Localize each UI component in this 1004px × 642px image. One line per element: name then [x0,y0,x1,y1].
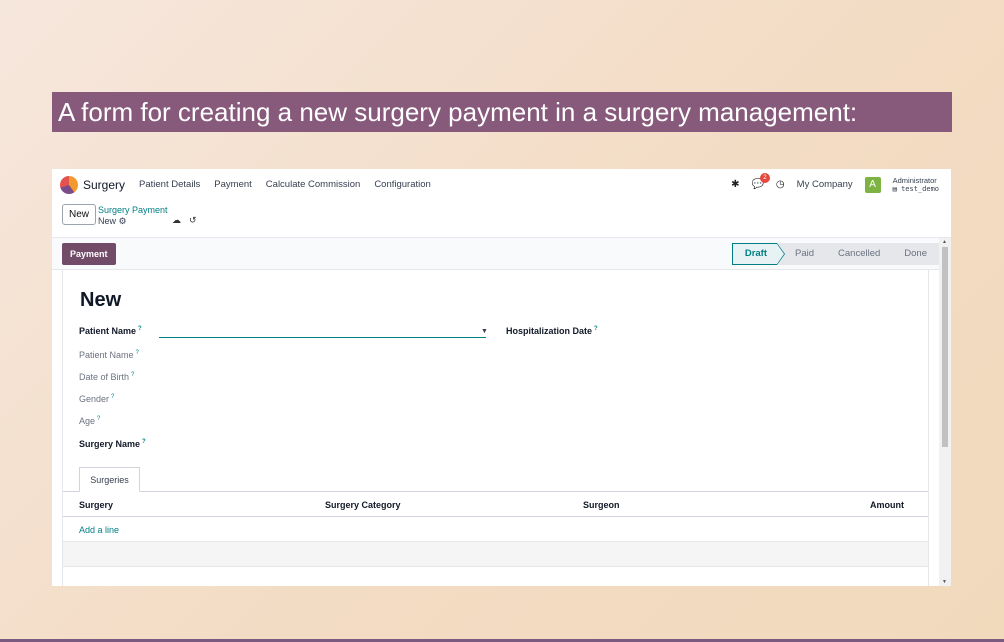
help-tooltip-icon[interactable]: ? [594,326,598,332]
database-label: test_demo [901,184,939,193]
breadcrumb-current: New [98,216,117,226]
hospitalization-date-label-text: Hospitalization Date [506,326,593,336]
status-bar: Payment Draft Paid Cancelled Done [52,238,939,270]
gender-label: Gender? [79,394,114,404]
stage-pipeline: Draft Paid Cancelled Done [731,243,939,265]
stage-draft[interactable]: Draft [731,243,786,265]
chat-icon[interactable]: 💬 2 [751,173,770,190]
database-icon: ▤ [892,184,897,193]
record-actions: ☁ ↺ [172,215,197,226]
top-navbar: Surgery Patient Details Payment Calculat… [52,169,951,200]
column-surgery-category[interactable]: Surgery Category [325,500,401,510]
surgery-name-label-text: Surgery Name [79,439,141,449]
vertical-scrollbar[interactable]: ▲ ▼ [939,238,951,586]
help-tooltip-icon[interactable]: ? [142,439,146,445]
new-button[interactable]: New [62,204,97,225]
menu-calculate-commission[interactable]: Calculate Commission [266,179,361,190]
user-name: Administrator [892,175,937,185]
gear-icon[interactable]: ⚙ [119,216,127,226]
breadcrumb-parent[interactable]: Surgery Payment [98,205,168,216]
save-cloud-icon[interactable]: ☁ [172,215,181,226]
patient-name-readonly-label-text: Patient Name [79,350,134,360]
add-line-link[interactable]: Add a line [79,525,119,535]
clock-icon[interactable]: ◷ [776,179,785,190]
scroll-down-icon[interactable]: ▼ [942,579,947,585]
table-header: Surgery Surgery Category Surgeon Amount [63,492,928,517]
hospitalization-date-label: Hospitalization Date? [506,326,598,336]
help-tooltip-icon[interactable]: ? [111,394,114,400]
surgeries-table: Surgery Surgery Category Surgeon Amount … [63,492,928,567]
column-surgery[interactable]: Surgery [79,500,113,510]
surgery-name-label: Surgery Name? [79,439,146,449]
column-surgeon[interactable]: Surgeon [583,500,620,510]
column-amount[interactable]: Amount [870,500,904,510]
debug-bug-icon[interactable]: ✱ [731,179,739,190]
help-tooltip-icon[interactable]: ? [136,350,139,356]
systray: ✱ 💬 2 ◷ My Company A Administrator ▤ test… [731,169,939,200]
age-label-text: Age [79,416,96,426]
stage-cancelled[interactable]: Cancelled [826,243,893,265]
menu-patient-details[interactable]: Patient Details [139,179,200,190]
avatar[interactable]: A [864,176,881,193]
control-panel: New Surgery Payment New ⚙ ☁ ↺ [52,200,951,238]
age-label: Age? [79,416,100,426]
caption-banner: A form for creating a new surgery paymen… [52,92,952,132]
user-menu[interactable]: Administrator ▤ test_demo [892,175,939,193]
patient-name-readonly-label: Patient Name? [79,350,139,360]
date-of-birth-label-text: Date of Birth [79,372,130,382]
menu-configuration[interactable]: Configuration [374,179,431,190]
discard-icon[interactable]: ↺ [189,215,197,226]
patient-name-label-text: Patient Name [79,326,137,336]
app-name[interactable]: Surgery [83,178,125,192]
app-logo-icon[interactable] [60,175,78,194]
form-sheet: New Patient Name? ▼ Hospitalization Date… [62,270,929,586]
help-tooltip-icon[interactable]: ? [138,326,142,332]
patient-name-input[interactable] [159,337,486,338]
help-tooltip-icon[interactable]: ? [97,416,100,422]
app-window: Surgery Patient Details Payment Calculat… [52,169,951,586]
patient-name-label: Patient Name? [79,326,142,336]
breadcrumb: Surgery Payment New ⚙ [98,205,168,227]
tab-surgeries[interactable]: Surgeries [79,467,140,492]
date-of-birth-label: Date of Birth? [79,372,134,382]
scrollbar-thumb[interactable] [942,247,948,447]
company-switcher[interactable]: My Company [797,179,853,190]
menu-payment[interactable]: Payment [214,179,252,190]
table-row [63,542,928,567]
record-title: New [80,289,122,311]
scroll-up-icon[interactable]: ▲ [942,239,947,245]
caret-down-icon[interactable]: ▼ [481,328,488,335]
stage-done[interactable]: Done [892,243,939,265]
table-row: Add a line [63,517,928,542]
help-tooltip-icon[interactable]: ? [131,372,134,378]
message-count-badge: 2 [759,173,770,183]
payment-button[interactable]: Payment [62,243,116,265]
gender-label-text: Gender [79,394,110,404]
database-name: ▤ test_demo [893,185,939,193]
